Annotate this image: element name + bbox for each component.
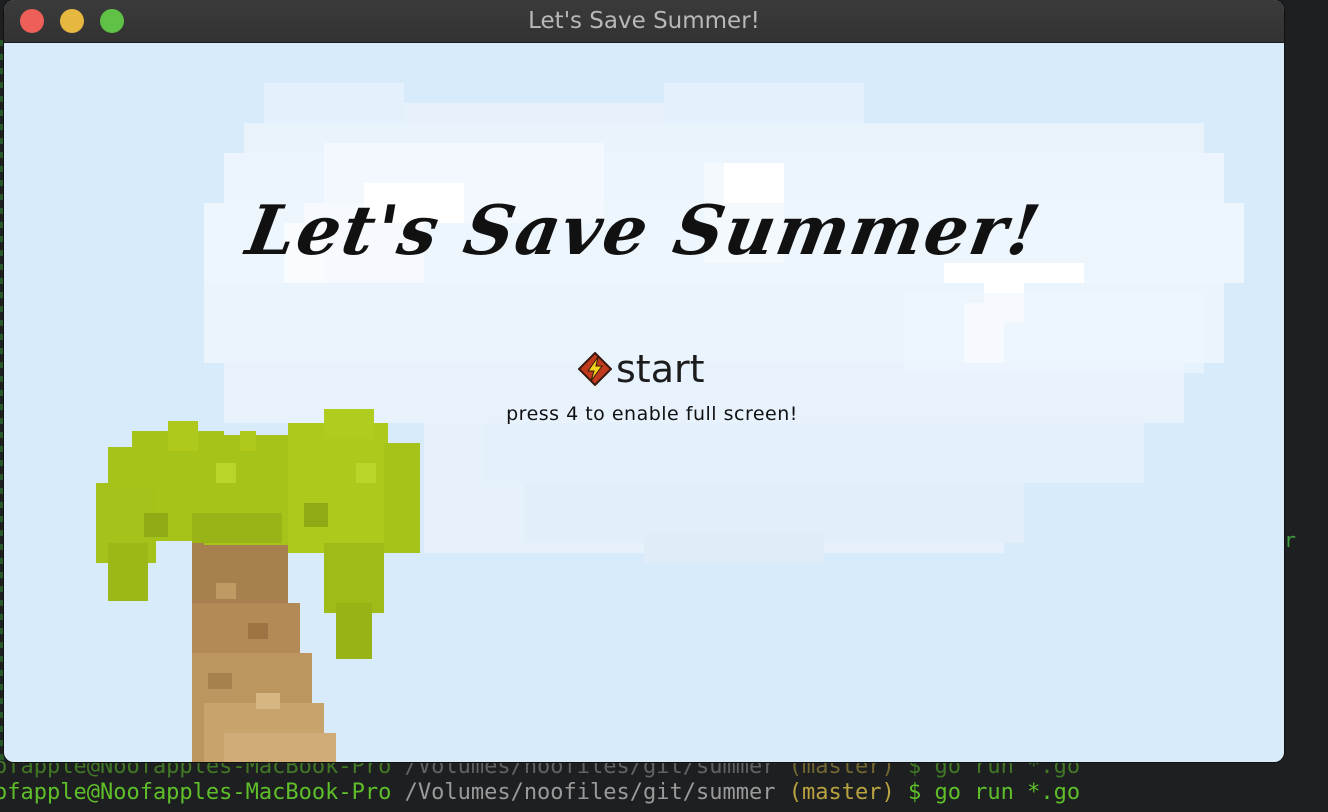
fullscreen-hint: press 4 to enable full screen! xyxy=(506,403,798,425)
terminal-edge-text: r xyxy=(1284,528,1297,552)
game-window: Let's Save Summer! Let's Save Summer! st… xyxy=(4,0,1284,762)
start-label: start xyxy=(616,347,705,391)
terminal-user: ofapple@Noofapples-MacBook-Pro xyxy=(0,780,392,805)
palm-tree xyxy=(96,409,420,762)
terminal-branch: (master) xyxy=(788,780,895,805)
terminal-line-2: ofapple@Noofapples-MacBook-Pro /Volumes/… xyxy=(0,780,1080,805)
window-titlebar[interactable]: Let's Save Summer! xyxy=(4,0,1284,43)
start-button[interactable]: start xyxy=(578,345,705,393)
lightning-bolt-icon xyxy=(578,352,612,386)
terminal-path: /Volumes/noofiles/git/summer xyxy=(404,780,776,805)
window-title: Let's Save Summer! xyxy=(528,8,760,34)
game-title: Let's Save Summer! xyxy=(240,191,1048,271)
game-canvas[interactable]: Let's Save Summer! start press 4 to enab… xyxy=(4,43,1284,762)
terminal-command: $ go run *.go xyxy=(907,780,1081,805)
